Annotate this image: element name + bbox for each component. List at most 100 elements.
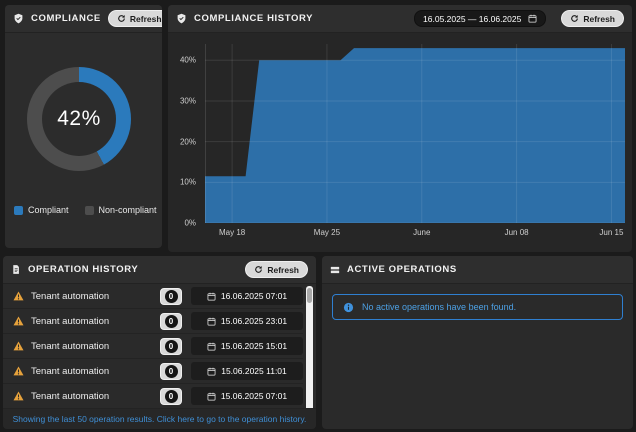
calendar-icon bbox=[207, 392, 216, 401]
chart-x-axis: May 18 May 25 June Jun 08 Jun 15 bbox=[205, 228, 625, 242]
refresh-label: Refresh bbox=[129, 13, 162, 24]
operation-count-badge[interactable]: 0 bbox=[160, 312, 182, 330]
operation-date: 15.06.2025 11:01 bbox=[221, 366, 287, 376]
compliance-header: COMPLIANCE Refresh bbox=[5, 5, 162, 33]
operation-date-badge: 15.06.2025 15:01 bbox=[191, 337, 303, 355]
warning-icon bbox=[13, 341, 24, 351]
operation-count-badge[interactable]: 0 bbox=[160, 337, 182, 355]
dashboard: COMPLIANCE Refresh 42% Compliant Non-com… bbox=[0, 0, 636, 432]
operation-count-badge[interactable]: 0 bbox=[160, 387, 182, 405]
operation-date: 15.06.2025 15:01 bbox=[220, 341, 288, 351]
operation-count-value: 0 bbox=[164, 364, 178, 378]
operation-history-link[interactable]: Showing the last 50 operation results. C… bbox=[13, 414, 307, 424]
no-active-operations-alert: No active operations have been found. bbox=[332, 294, 623, 320]
refresh-icon bbox=[570, 14, 579, 23]
y-tick-label: 20% bbox=[179, 137, 196, 147]
calendar-icon bbox=[207, 367, 216, 376]
compliance-history-chart bbox=[205, 44, 625, 223]
operation-row[interactable]: Tenant automation 0 15.06.2025 15:01 bbox=[3, 334, 303, 359]
donut-hole: 42% bbox=[42, 82, 116, 156]
x-tick-label: Jun 08 bbox=[504, 228, 529, 237]
operation-row[interactable]: Tenant automation 0 15.06.2025 11:01 bbox=[3, 359, 303, 384]
warning-icon bbox=[13, 291, 24, 301]
operation-name: Tenant automation bbox=[31, 290, 110, 302]
compliance-panel: COMPLIANCE Refresh 42% Compliant Non-com… bbox=[5, 5, 162, 248]
operation-count-badge[interactable]: 0 bbox=[160, 362, 182, 380]
calendar-icon bbox=[207, 342, 216, 351]
info-icon bbox=[343, 302, 354, 313]
operation-name: Tenant automation bbox=[31, 390, 110, 402]
operation-count-badge[interactable]: 0 bbox=[160, 287, 182, 305]
warning-icon bbox=[13, 391, 24, 401]
legend-item-noncompliant: Non-compliant bbox=[84, 205, 157, 215]
warning-icon bbox=[13, 366, 24, 376]
compliance-percent: 42% bbox=[57, 107, 101, 130]
shield-check-icon bbox=[176, 13, 187, 24]
operation-date: 15.06.2025 23:01 bbox=[220, 316, 288, 326]
refresh-icon bbox=[117, 14, 126, 23]
noncompliant-swatch-icon bbox=[84, 205, 94, 215]
calendar-icon bbox=[207, 317, 216, 326]
active-operations-title: ACTIVE OPERATIONS bbox=[347, 264, 457, 275]
compliance-title: COMPLIANCE bbox=[31, 13, 101, 24]
operation-count-value: 0 bbox=[164, 339, 178, 353]
compliant-swatch-icon bbox=[14, 205, 23, 215]
x-tick-label: May 18 bbox=[218, 228, 246, 237]
operation-date: 15.06.2025 07:01 bbox=[220, 391, 288, 401]
operation-count-value: 0 bbox=[164, 289, 178, 303]
y-tick-label: 40% bbox=[179, 55, 196, 65]
operation-date-badge: 15.06.2025 11:01 bbox=[191, 362, 303, 380]
x-tick-label: May 25 bbox=[313, 228, 341, 237]
compliant-label: Compliant bbox=[28, 205, 69, 215]
active-operations-header: ACTIVE OPERATIONS bbox=[322, 256, 633, 284]
operation-history-header: OPERATION HISTORY Refresh bbox=[3, 256, 316, 284]
operation-name: Tenant automation bbox=[31, 340, 110, 352]
compliance-history-title: COMPLIANCE HISTORY bbox=[194, 13, 314, 24]
refresh-label: Refresh bbox=[267, 264, 299, 275]
operation-list: Tenant automation 0 16.06.2025 07:01 Ten… bbox=[3, 284, 303, 409]
no-active-operations-message: No active operations have been found. bbox=[362, 302, 517, 312]
operation-count-value: 0 bbox=[164, 314, 178, 328]
compliance-donut-chart: 42% bbox=[27, 67, 131, 171]
compliance-history-panel: COMPLIANCE HISTORY 16.05.2025 — 16.06.20… bbox=[168, 5, 632, 252]
date-range-value: 16.05.2025 — 16.06.2025 bbox=[423, 13, 522, 24]
refresh-icon bbox=[254, 265, 263, 274]
calendar-icon bbox=[207, 292, 216, 301]
chart-y-axis: 0% 10% 20% 30% 40% bbox=[168, 44, 201, 228]
scrollbar-track[interactable] bbox=[306, 286, 313, 412]
operation-date-badge: 15.06.2025 07:01 bbox=[191, 387, 303, 405]
operation-name: Tenant automation bbox=[31, 315, 110, 327]
operation-history-panel: OPERATION HISTORY Refresh Tenant automat… bbox=[3, 256, 316, 429]
compliance-legend: Compliant Non-compliant bbox=[14, 205, 157, 215]
x-tick-label: Jun 15 bbox=[599, 228, 624, 237]
refresh-label: Refresh bbox=[583, 13, 615, 24]
operation-date: 16.06.2025 07:01 bbox=[220, 291, 288, 301]
operation-date-badge: 16.06.2025 07:01 bbox=[191, 287, 303, 305]
x-tick-label: June bbox=[413, 228, 431, 237]
y-tick-label: 30% bbox=[179, 96, 196, 106]
warning-icon bbox=[13, 316, 24, 326]
operation-history-title: OPERATION HISTORY bbox=[28, 264, 139, 275]
operation-row[interactable]: Tenant automation 0 15.06.2025 07:01 bbox=[3, 384, 303, 409]
operation-row[interactable]: Tenant automation 0 16.06.2025 07:01 bbox=[3, 284, 303, 309]
scrollbar-thumb[interactable] bbox=[307, 288, 312, 303]
date-range-picker[interactable]: 16.05.2025 — 16.06.2025 bbox=[414, 10, 547, 27]
y-tick-label: 10% bbox=[179, 177, 196, 187]
shield-check-icon bbox=[13, 13, 24, 24]
document-icon bbox=[11, 264, 21, 275]
noncompliant-label: Non-compliant bbox=[98, 205, 157, 215]
operation-row[interactable]: Tenant automation 0 15.06.2025 23:01 bbox=[3, 309, 303, 334]
operation-date-badge: 15.06.2025 23:01 bbox=[191, 312, 303, 330]
legend-item-compliant: Compliant bbox=[14, 205, 69, 215]
operation-count-value: 0 bbox=[164, 389, 178, 403]
operation-name: Tenant automation bbox=[31, 365, 110, 377]
y-tick-label: 0% bbox=[184, 218, 196, 228]
active-operations-panel: ACTIVE OPERATIONS No active operations h… bbox=[322, 256, 633, 429]
task-list-icon bbox=[330, 265, 340, 275]
calendar-icon bbox=[528, 14, 537, 23]
compliance-history-header: COMPLIANCE HISTORY 16.05.2025 — 16.06.20… bbox=[168, 5, 632, 33]
history-refresh-button[interactable]: Refresh bbox=[561, 10, 624, 27]
compliance-refresh-button[interactable]: Refresh bbox=[107, 10, 162, 27]
operations-refresh-button[interactable]: Refresh bbox=[245, 261, 308, 278]
operation-footer: Showing the last 50 operation results. C… bbox=[3, 408, 316, 429]
